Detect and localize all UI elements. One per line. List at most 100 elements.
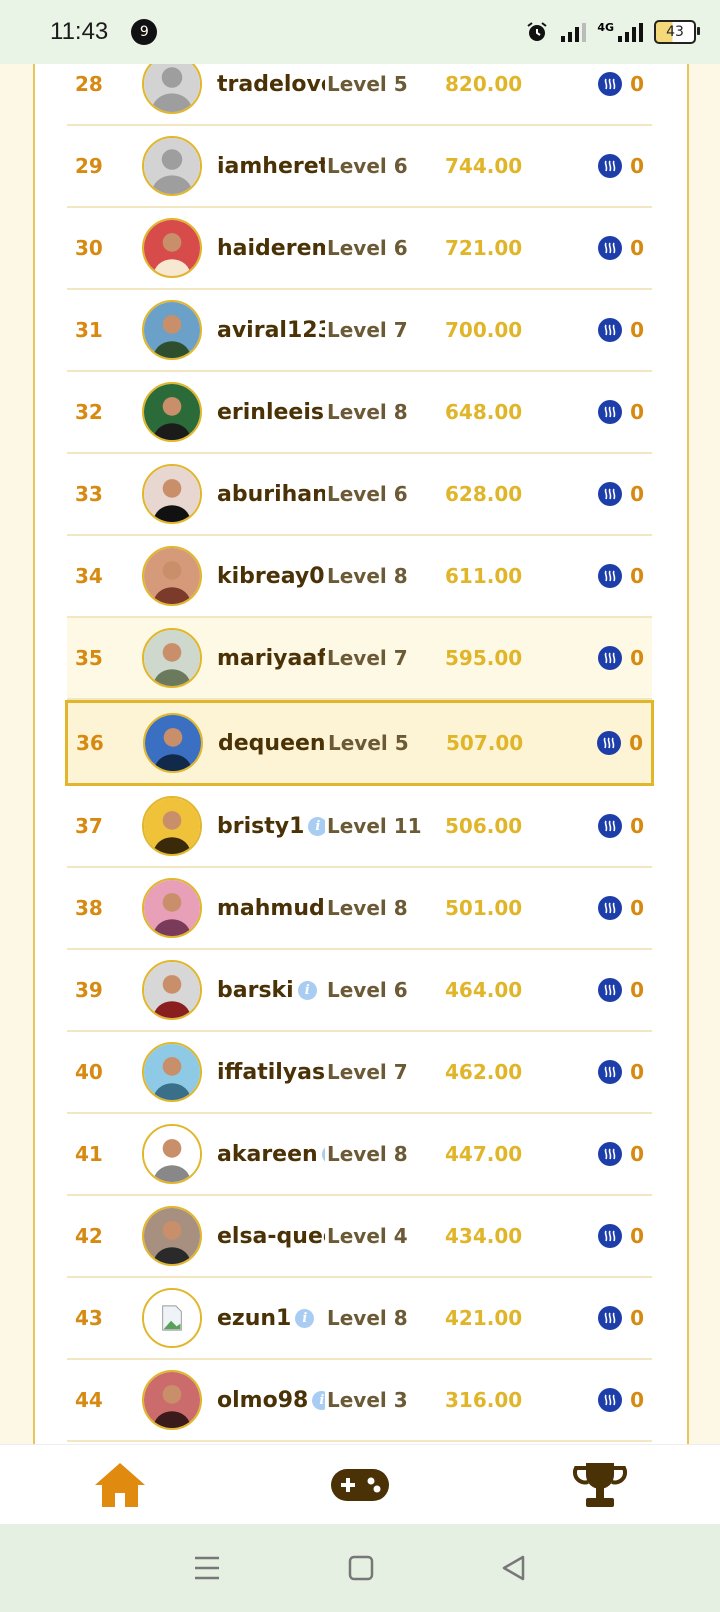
username[interactable]: haiderem xyxy=(217,236,325,261)
username-cell[interactable]: iamheret xyxy=(217,154,325,179)
avatar[interactable] xyxy=(142,796,202,856)
username[interactable]: ezun1 xyxy=(217,1306,291,1331)
avatar[interactable] xyxy=(142,546,202,606)
rank-number: 35 xyxy=(75,646,103,670)
username-cell[interactable]: iffatilyas xyxy=(217,1060,325,1085)
leaderboard-row[interactable]: 28 tradelove Level 5 820.00 0 xyxy=(67,64,652,126)
coin-amount: 0 xyxy=(630,1060,644,1084)
info-icon[interactable]: i xyxy=(308,816,325,836)
username-cell[interactable]: tradelove xyxy=(217,72,325,97)
avatar[interactable] xyxy=(142,1288,202,1348)
username[interactable]: olmo98 xyxy=(217,1388,308,1413)
info-icon[interactable]: i xyxy=(312,1390,325,1410)
rank-number: 31 xyxy=(75,318,103,342)
username-cell[interactable]: bristy1 i xyxy=(217,814,325,839)
leaderboard-row[interactable]: 31 aviral123 Level 7 700.00 0 xyxy=(67,290,652,372)
username-cell[interactable]: mahmudr xyxy=(217,896,325,921)
avatar[interactable] xyxy=(142,64,202,114)
username[interactable]: mahmudr xyxy=(217,896,325,921)
nav-games[interactable] xyxy=(320,1455,400,1515)
leaderboard-row[interactable]: 34 kibreay00 Level 8 611.00 0 xyxy=(67,536,652,618)
leaderboard-row[interactable]: 33 aburihan Level 6 628.00 0 xyxy=(67,454,652,536)
steem-icon xyxy=(598,236,623,260)
username[interactable]: kibreay00 xyxy=(217,564,325,589)
avatar[interactable] xyxy=(142,628,202,688)
username[interactable]: iamheret xyxy=(217,154,325,179)
avatar[interactable] xyxy=(142,1370,202,1430)
username-cell[interactable]: kibreay00 xyxy=(217,564,325,589)
user-level: Level 5 xyxy=(328,731,409,755)
username[interactable]: barski xyxy=(217,978,294,1003)
leaderboard-row[interactable]: 42 elsa-quee Level 4 434.00 0 xyxy=(67,1196,652,1278)
user-score: 501.00 xyxy=(445,896,523,920)
username[interactable]: aburihan xyxy=(217,482,325,507)
leaderboard-row[interactable]: 40 iffatilyas Level 7 462.00 0 xyxy=(67,1032,652,1114)
username[interactable]: elsa-quee xyxy=(217,1224,325,1249)
username-cell[interactable]: erinleeish xyxy=(217,400,325,425)
leaderboard-row[interactable]: 37 bristy1 i Level 11 506.00 0 xyxy=(67,786,652,868)
nav-home[interactable] xyxy=(80,1455,160,1515)
username-cell[interactable]: ezun1 i xyxy=(217,1306,325,1331)
rank-number: 30 xyxy=(75,236,103,260)
info-icon[interactable]: i xyxy=(297,980,317,1000)
rank-number: 40 xyxy=(75,1060,103,1084)
avatar[interactable] xyxy=(142,136,202,196)
menu-icon[interactable] xyxy=(193,1555,221,1581)
status-time: 11:43 xyxy=(50,18,109,45)
avatar[interactable] xyxy=(142,300,202,360)
avatar[interactable] xyxy=(142,1206,202,1266)
user-level: Level 3 xyxy=(327,1388,408,1412)
username-cell[interactable]: mariyaaf xyxy=(217,646,325,671)
rank-number: 34 xyxy=(75,564,103,588)
avatar[interactable] xyxy=(143,713,203,773)
back-icon[interactable] xyxy=(501,1555,527,1581)
username[interactable]: akareen xyxy=(217,1142,318,1167)
leaderboard-row-current-user[interactable]: 36 dequeen Level 5 507.00 0 xyxy=(65,700,654,786)
steem-icon xyxy=(598,978,623,1002)
alarm-icon xyxy=(527,22,547,41)
username-cell[interactable]: haiderem xyxy=(217,236,325,261)
avatar[interactable] xyxy=(142,1124,202,1184)
steem-icon xyxy=(597,731,622,755)
user-score: 316.00 xyxy=(445,1388,523,1412)
avatar[interactable] xyxy=(142,1042,202,1102)
username-cell[interactable]: elsa-quee xyxy=(217,1224,325,1249)
leaderboard-row[interactable]: 38 mahmudr Level 8 501.00 0 xyxy=(67,868,652,950)
leaderboard-row[interactable]: 39 barski i Level 6 464.00 0 xyxy=(67,950,652,1032)
coin-reward: 0 xyxy=(598,1306,644,1330)
username-cell[interactable]: akareen i xyxy=(217,1142,325,1167)
username[interactable]: mariyaaf xyxy=(217,646,325,671)
avatar[interactable] xyxy=(142,960,202,1020)
rank-number: 43 xyxy=(75,1306,103,1330)
leaderboard-row[interactable]: 44 olmo98 i Level 3 316.00 0 xyxy=(67,1360,652,1442)
username[interactable]: aviral123 xyxy=(217,318,325,343)
leaderboard-row[interactable]: 41 akareen i Level 8 447.00 0 xyxy=(67,1114,652,1196)
username[interactable]: tradelove xyxy=(217,72,325,97)
leaderboard-row[interactable]: 30 haiderem Level 6 721.00 0 xyxy=(67,208,652,290)
username-cell[interactable]: aviral123 xyxy=(217,318,325,343)
coin-amount: 0 xyxy=(630,814,644,838)
username[interactable]: dequeen xyxy=(218,731,326,756)
leaderboard-row[interactable]: 32 erinleeish Level 8 648.00 0 xyxy=(67,372,652,454)
username-cell[interactable]: olmo98 i xyxy=(217,1388,325,1413)
gamepad-icon xyxy=(331,1469,389,1501)
info-icon[interactable]: i xyxy=(295,1308,315,1328)
username[interactable]: iffatilyas xyxy=(217,1060,325,1085)
avatar[interactable] xyxy=(142,878,202,938)
username-cell[interactable]: aburihan xyxy=(217,482,325,507)
home-square-icon[interactable] xyxy=(348,1555,374,1581)
nav-leaderboard[interactable] xyxy=(560,1455,640,1515)
avatar[interactable] xyxy=(142,382,202,442)
user-level: Level 7 xyxy=(327,318,408,342)
avatar[interactable] xyxy=(142,218,202,278)
username[interactable]: bristy1 xyxy=(217,814,304,839)
leaderboard-row[interactable]: 29 iamheret Level 6 744.00 0 xyxy=(67,126,652,208)
steem-icon xyxy=(598,1306,623,1330)
leaderboard-row[interactable]: 43 ezun1 i Level 8 421.00 0 xyxy=(67,1278,652,1360)
leaderboard-row[interactable]: 35 mariyaaf Level 7 595.00 0 xyxy=(67,618,652,700)
username[interactable]: erinleeish xyxy=(217,400,325,425)
username-cell[interactable]: dequeen xyxy=(218,731,326,756)
leaderboard-scroll[interactable]: 28 tradelove Level 5 820.00 0 29 iamhere… xyxy=(0,64,720,1444)
username-cell[interactable]: barski i xyxy=(217,978,325,1003)
avatar[interactable] xyxy=(142,464,202,524)
